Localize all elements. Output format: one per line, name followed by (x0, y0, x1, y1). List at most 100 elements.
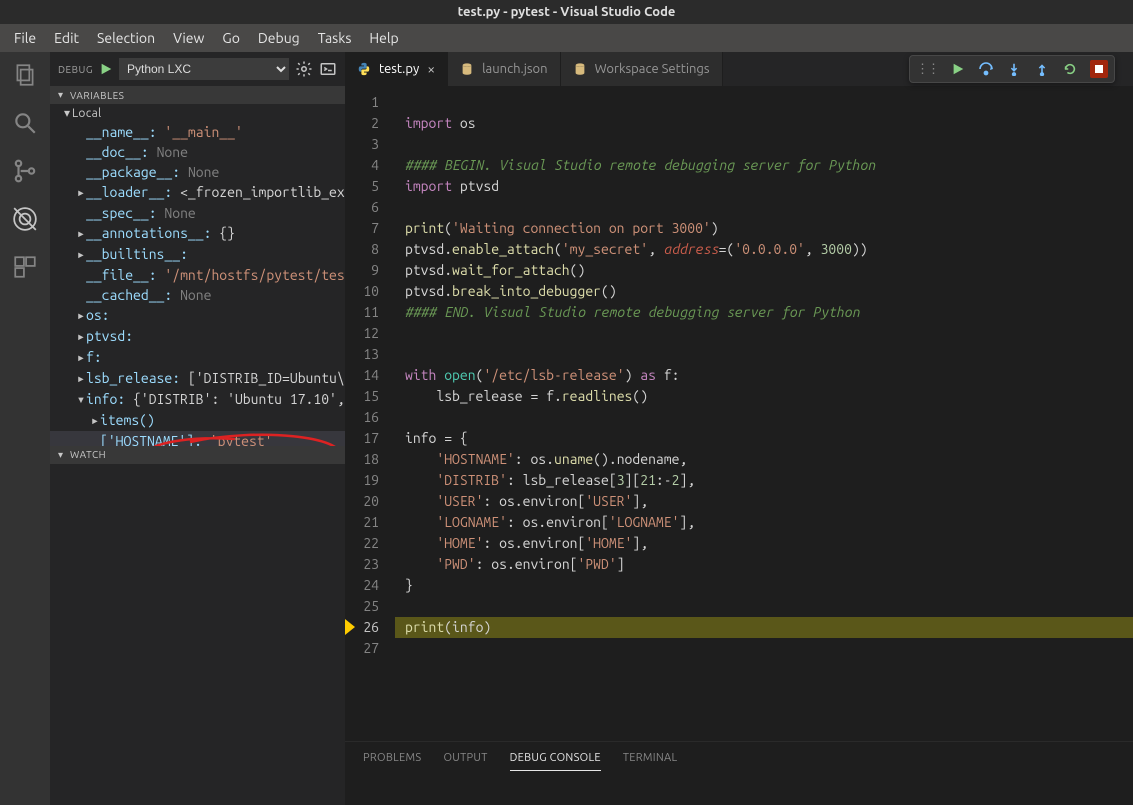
code-line: ptvsd.wait_for_attach() (395, 260, 1133, 281)
code-line: import os (395, 113, 1133, 134)
chevron-icon: ▸ (76, 349, 86, 366)
line-number: 13 (345, 344, 395, 365)
debug-toolbar[interactable]: ⋮⋮ (909, 55, 1115, 83)
var-row[interactable]: __package__: None (50, 162, 345, 182)
var-row[interactable]: __cached__: None (50, 285, 345, 305)
variables-header[interactable]: ▾ VARIABLES (50, 86, 345, 104)
var-value: 'pytest' (210, 433, 273, 446)
line-number: 24 (345, 575, 395, 596)
var-value: ['DISTRIB_ID=Ubuntu\… (188, 370, 345, 386)
var-row[interactable]: __name__: '__main__' (50, 122, 345, 142)
code-line: ptvsd.break_into_debugger() (395, 281, 1133, 302)
menu-go[interactable]: Go (214, 26, 247, 50)
line-number: 14 (345, 365, 395, 386)
panel-tab-problems[interactable]: PROBLEMS (363, 746, 421, 770)
var-key: __spec__: (86, 205, 157, 221)
gear-icon[interactable] (295, 60, 313, 78)
search-icon[interactable] (12, 110, 38, 136)
var-row[interactable]: ▸__builtins__: (50, 244, 345, 265)
line-number: 4 (345, 155, 395, 176)
menu-edit[interactable]: Edit (46, 26, 87, 50)
panel-tab-debug-console[interactable]: DEBUG CONSOLE (510, 746, 601, 771)
watch-header[interactable]: ▾ WATCH (50, 446, 345, 464)
var-key: __name__: (86, 124, 157, 140)
line-number: 17 (345, 428, 395, 449)
menu-help[interactable]: Help (361, 26, 406, 50)
tab-test-py[interactable]: test.py× (345, 52, 448, 86)
var-row[interactable]: ▸__annotations__: {} (50, 223, 345, 244)
tab-launch-json[interactable]: launch.json (448, 52, 560, 86)
var-row[interactable]: __file__: '/mnt/hostfs/pytest/tes… (50, 265, 345, 285)
drag-handle-icon[interactable]: ⋮⋮ (916, 62, 938, 77)
debug-console-icon[interactable] (319, 60, 337, 78)
menu-selection[interactable]: Selection (89, 26, 163, 50)
code-line: with open('/etc/lsb-release') as f: (395, 365, 1133, 386)
var-key: __doc__: (86, 144, 149, 160)
var-row[interactable]: ▸ptvsd: (50, 326, 345, 347)
var-row[interactable]: ▸__loader__: <_frozen_importlib_ex… (50, 182, 345, 203)
line-number: 19 (345, 470, 395, 491)
line-number: 22 (345, 533, 395, 554)
debug-config-bar: DEBUG Python LXC (50, 52, 345, 86)
var-key: __annotations__: (86, 225, 211, 241)
panel-tab-terminal[interactable]: TERMINAL (623, 746, 678, 770)
step-into-button[interactable] (1006, 61, 1022, 77)
start-debug-icon[interactable] (99, 62, 113, 76)
code-line: #### END. Visual Studio remote debugging… (395, 302, 1133, 323)
var-key: __builtins__: (86, 246, 188, 262)
var-row[interactable]: ['HOSTNAME']: 'pytest' (50, 431, 345, 446)
extensions-icon[interactable] (12, 254, 38, 280)
source-control-icon[interactable] (12, 158, 38, 184)
debug-console-body[interactable] (345, 774, 1133, 805)
var-key: f: (86, 349, 102, 365)
code-line (395, 323, 1133, 344)
line-number: 15 (345, 386, 395, 407)
debug-sidebar: DEBUG Python LXC ▾ VARIABLES ▾Local __na… (50, 52, 345, 805)
restart-button[interactable] (1062, 61, 1078, 77)
menu-file[interactable]: File (6, 26, 44, 50)
tab-workspace-settings[interactable]: Workspace Settings (561, 52, 723, 86)
line-number: 18 (345, 449, 395, 470)
line-number: 25 (345, 596, 395, 617)
continue-button[interactable] (950, 61, 966, 77)
var-key: items() (100, 412, 155, 428)
var-row[interactable]: ▸os: (50, 305, 345, 326)
stop-button[interactable] (1090, 60, 1108, 78)
titlebar: test.py - pytest - Visual Studio Code (0, 0, 1133, 24)
code-line: 'LOGNAME': os.environ['LOGNAME'], (395, 512, 1133, 533)
step-over-button[interactable] (978, 61, 994, 77)
line-number: 26 (345, 617, 395, 638)
chevron-down-icon: ▾ (58, 449, 66, 461)
menu-view[interactable]: View (165, 26, 212, 50)
menu-debug[interactable]: Debug (250, 26, 308, 50)
chevron-icon: ▸ (76, 370, 86, 387)
chevron-icon: ▾ (76, 391, 86, 408)
scope-local[interactable]: ▾Local (50, 104, 345, 122)
var-row[interactable]: __doc__: None (50, 142, 345, 162)
var-value: <_frozen_importlib_ex… (180, 184, 345, 200)
chevron-icon: ▸ (76, 184, 86, 201)
code-line: lsb_release = f.readlines() (395, 386, 1133, 407)
var-row[interactable]: ▸f: (50, 347, 345, 368)
step-out-button[interactable] (1034, 61, 1050, 77)
debug-icon[interactable] (12, 206, 38, 232)
var-row[interactable]: __spec__: None (50, 203, 345, 223)
bottom-panel-tabs: PROBLEMS OUTPUT DEBUG CONSOLE TERMINAL (345, 742, 1133, 774)
close-icon[interactable]: × (427, 61, 435, 77)
line-number: 1 (345, 92, 395, 113)
var-row[interactable]: ▸lsb_release: ['DISTRIB_ID=Ubuntu\… (50, 368, 345, 389)
tab-label: launch.json (482, 62, 547, 76)
var-key: ptvsd: (86, 328, 133, 344)
watch-panel (50, 464, 345, 805)
var-row[interactable]: ▸items() (50, 410, 345, 431)
line-number: 23 (345, 554, 395, 575)
files-icon[interactable] (12, 62, 38, 88)
code-area[interactable]: import os#### BEGIN. Visual Studio remot… (395, 86, 1133, 741)
debug-config-select[interactable]: Python LXC (119, 58, 289, 80)
window-title: test.py - pytest - Visual Studio Code (458, 5, 676, 19)
var-row[interactable]: ▾info: {'DISTRIB': 'Ubuntu 17.10',… (50, 389, 345, 410)
line-number: 11 (345, 302, 395, 323)
tab-label: Workspace Settings (595, 62, 710, 76)
menu-tasks[interactable]: Tasks (310, 26, 360, 50)
panel-tab-output[interactable]: OUTPUT (443, 746, 487, 770)
